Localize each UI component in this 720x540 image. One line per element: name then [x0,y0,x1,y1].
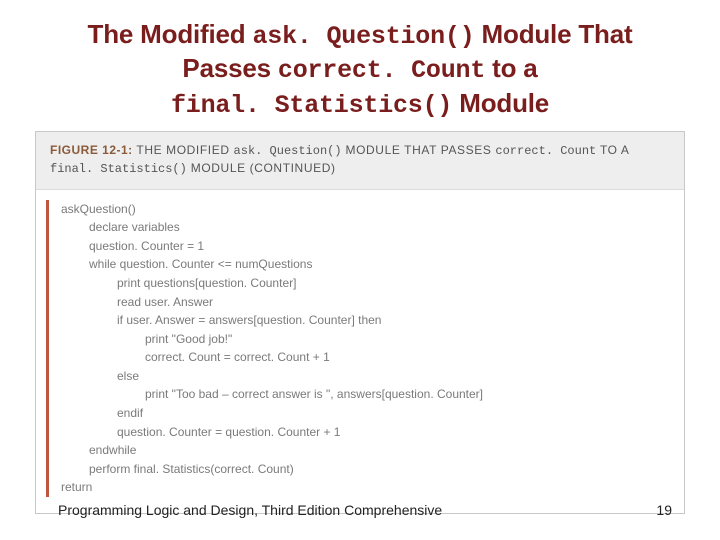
figure-cap-t1: THE MODIFIED [133,143,234,157]
code-line: question. Counter = 1 [61,237,483,256]
title-text-1: The Modified [88,19,253,49]
code-line: perform final. Statistics(correct. Count… [61,460,483,479]
footer-page: 19 [656,502,672,518]
title-mono-1: ask. Question() [252,22,474,51]
code-lines: askQuestion()declare variablesquestion. … [61,200,483,498]
code-line: read user. Answer [61,293,483,312]
title-mono-3: final. Statistics() [171,91,452,120]
code-rule [46,200,49,498]
title-mono-2: correct. Count [278,56,485,85]
title-text-3: to a [485,53,537,83]
code-line: askQuestion() [61,200,483,219]
code-line: while question. Counter <= numQuestions [61,255,483,274]
figure-cap-t3: TO A [596,143,629,157]
footer: Programming Logic and Design, Third Edit… [0,502,720,518]
figure-cap-t4: MODULE (CONTINUED) [187,161,336,175]
figure-cap-t2: MODULE THAT PASSES [342,143,496,157]
code-line: correct. Count = correct. Count + 1 [61,348,483,367]
figure-caption: FIGURE 12-1: THE MODIFIED ask. Question(… [36,132,684,190]
figure-cap-m2: correct. Count [495,144,596,158]
slide: The Modified ask. Question() Module That… [0,0,720,540]
figure-label: FIGURE 12-1: [50,143,133,157]
code-line: question. Counter = question. Counter + … [61,423,483,442]
figure-cap-m3: final. Statistics() [50,162,187,176]
footer-book: Programming Logic and Design, Third Edit… [58,502,442,518]
title-text-4: Module [452,88,549,118]
figure-cap-m1: ask. Question() [234,144,342,158]
figure-box: FIGURE 12-1: THE MODIFIED ask. Question(… [35,131,685,514]
code-line: return [61,478,483,497]
code-line: print "Good job!" [61,330,483,349]
code-line: else [61,367,483,386]
slide-title: The Modified ask. Question() Module That… [50,18,670,121]
code-area: askQuestion()declare variablesquestion. … [36,190,684,514]
code-line: endif [61,404,483,423]
code-line: declare variables [61,218,483,237]
code-line: if user. Answer = answers[question. Coun… [61,311,483,330]
code-line: endwhile [61,441,483,460]
code-line: print questions[question. Counter] [61,274,483,293]
code-line: print "Too bad – correct answer is ", an… [61,385,483,404]
